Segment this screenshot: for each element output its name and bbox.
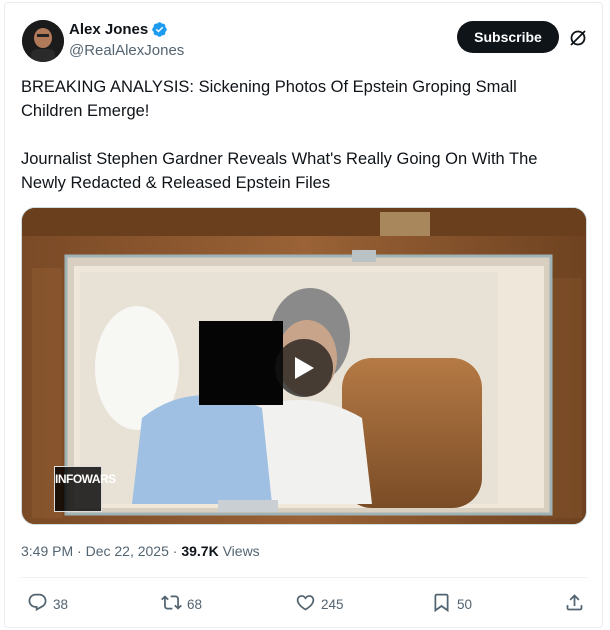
repost-button[interactable]: 68: [161, 589, 202, 619]
tweet-date[interactable]: Dec 22, 2025: [86, 543, 169, 559]
views-label: Views: [222, 543, 260, 559]
bookmark-count: 50: [457, 596, 473, 612]
reply-count: 38: [53, 596, 69, 612]
reply-button[interactable]: 38: [27, 589, 68, 619]
subscribe-button[interactable]: Subscribe: [457, 21, 559, 53]
video-player[interactable]: INFOWARS: [21, 207, 587, 525]
action-bar: 38 68 245 50: [21, 589, 587, 619]
repost-icon: [161, 592, 182, 616]
play-icon: [292, 355, 316, 381]
like-button[interactable]: 245: [295, 589, 344, 619]
reply-icon: [27, 592, 48, 616]
tweet-text: BREAKING ANALYSIS: Sickening Photos Of E…: [21, 78, 538, 192]
bookmark-icon: [431, 592, 452, 616]
bookmark-button[interactable]: 50: [431, 589, 472, 619]
heart-icon: [295, 592, 316, 616]
share-icon: [564, 592, 585, 616]
meta-separator-2: ·: [172, 543, 178, 559]
author-name-row[interactable]: Alex Jones: [69, 21, 168, 38]
tweet-time[interactable]: 3:49 PM: [21, 543, 73, 559]
avatar[interactable]: [22, 20, 64, 62]
play-button[interactable]: [275, 339, 333, 397]
infowars-watermark: INFOWARS: [54, 466, 116, 512]
share-button[interactable]: [564, 589, 585, 619]
like-count: 245: [321, 596, 344, 612]
watermark-text: INFOWARS: [55, 472, 116, 486]
divider: [21, 577, 587, 578]
verified-badge-icon: [151, 21, 168, 38]
repost-count: 68: [187, 596, 203, 612]
tweet-meta: 3:49 PM · Dec 22, 2025 · 39.7K Views: [21, 543, 260, 559]
grok-icon[interactable]: [568, 28, 588, 48]
tweet-card: Alex Jones @RealAlexJones Subscribe BREA…: [4, 2, 603, 628]
author-name[interactable]: Alex Jones: [69, 21, 148, 38]
redaction-box: [199, 321, 283, 405]
views-count[interactable]: 39.7K: [181, 543, 218, 559]
author-handle[interactable]: @RealAlexJones: [69, 42, 184, 59]
meta-separator: ·: [77, 543, 82, 559]
